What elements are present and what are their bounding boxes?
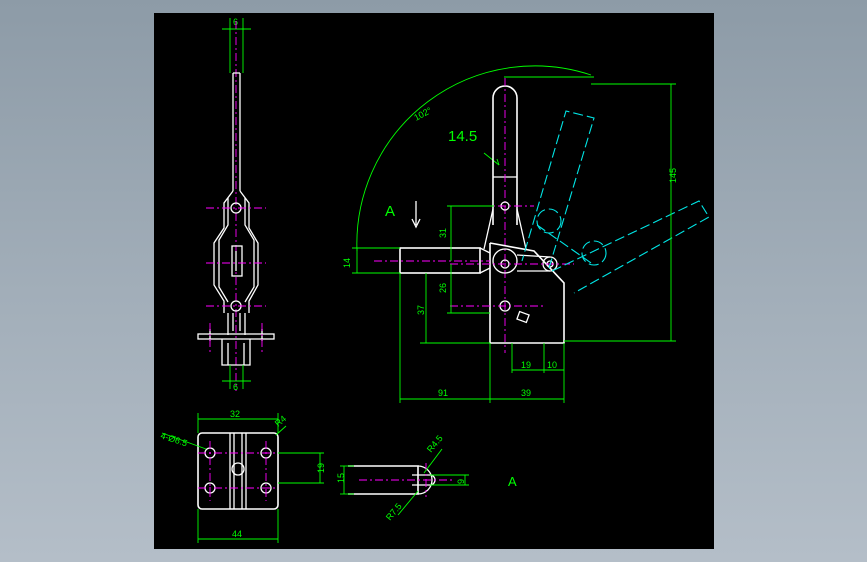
side-top-width-dim: 6	[233, 17, 238, 27]
dim-91: 91	[438, 388, 448, 398]
detail-a-label: A	[508, 474, 517, 489]
base-bottom-width-dim: 44	[232, 529, 242, 539]
main-view: 102° 14.5 A 145 31 26 37 14 91 39 19 10	[342, 65, 710, 403]
handle-width-dim: 14.5	[448, 128, 477, 145]
dim-10: 10	[547, 360, 557, 370]
detail-height-left-dim: 15	[336, 473, 346, 483]
dim-19: 19	[521, 360, 531, 370]
angle-dim: 102°	[412, 105, 433, 123]
side-view: 6 6	[197, 17, 275, 392]
dim-31: 31	[438, 228, 448, 238]
cad-drawing-viewport[interactable]: 6 6 102° 14.5 A 145 31 26 37 14 91 39 19…	[154, 13, 714, 549]
detail-height-right-dim: 9	[456, 479, 466, 484]
detail-radius-top-dim: R4.5	[425, 433, 445, 454]
dim-39: 39	[521, 388, 531, 398]
detail-a-view: 15 9 R4.5 R7.5 A	[336, 433, 517, 522]
dim-37: 37	[416, 305, 426, 315]
overall-height-dim: 145	[668, 168, 678, 183]
slot-height-dim: 19	[316, 463, 326, 473]
side-bottom-width-dim: 6	[233, 382, 238, 392]
section-a-label: A	[385, 203, 395, 220]
cad-drawing: 6 6 102° 14.5 A 145 31 26 37 14 91 39 19…	[159, 17, 710, 543]
base-view: 32 4-Ø6.5 R4 19 44	[159, 409, 326, 543]
dim-26: 26	[438, 283, 448, 293]
base-top-width-dim: 32	[230, 409, 240, 419]
hole-spec-dim: 4-Ø6.5	[159, 430, 188, 448]
dim-14: 14	[342, 258, 352, 268]
